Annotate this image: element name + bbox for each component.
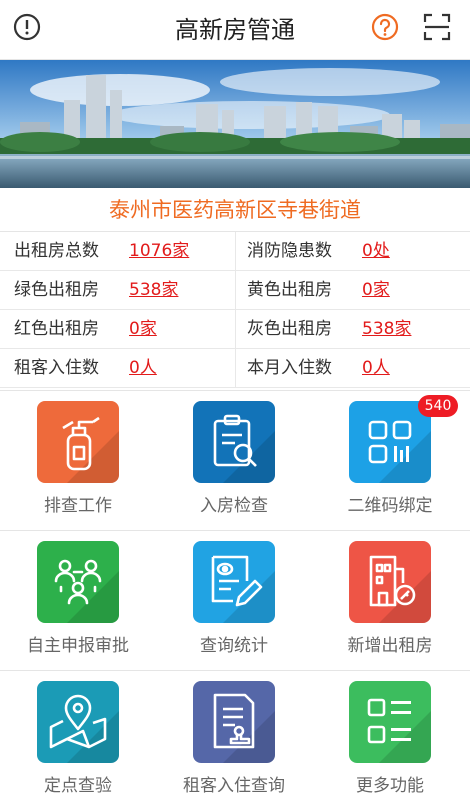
stat-label: 红色出租房: [14, 319, 99, 339]
stat-value-link[interactable]: 0人: [362, 349, 390, 387]
stats-table: 出租房总数 1076家 消防隐患数 0处 绿色出租房 538家 黄色出租房 0家…: [0, 232, 470, 388]
menu-item-self-report[interactable]: 自主申报审批: [0, 531, 156, 671]
scan-icon[interactable]: [422, 12, 452, 42]
stat-value-link[interactable]: 0人: [129, 349, 157, 387]
menu-item-label: 二维码绑定: [347, 496, 433, 516]
app-header: 高新房管通: [0, 0, 470, 60]
more-grid-icon: [349, 681, 431, 763]
menu-item-add-rental[interactable]: 新增出租房: [312, 531, 468, 671]
stat-value-link[interactable]: 538家: [129, 271, 178, 309]
menu-item-label: 租客入住查询: [183, 776, 285, 796]
stat-value-link[interactable]: 0家: [362, 271, 390, 309]
help-icon[interactable]: [370, 12, 400, 42]
city-banner-image: [0, 60, 470, 188]
function-grid: 排查工作 入房检查 二维码绑定 自主申报审批 查询统计 新增出租房 定点查验 租…: [0, 390, 470, 809]
stats-row: 绿色出租房 538家 黄色出租房 0家: [0, 271, 470, 310]
divider: [235, 271, 236, 309]
menu-item-spot-check[interactable]: 定点查验: [0, 671, 156, 809]
map-location-icon: [37, 681, 119, 763]
divider: [235, 349, 236, 387]
location-title: 泰州市医药高新区寺巷街道: [0, 188, 470, 232]
stats-row: 出租房总数 1076家 消防隐患数 0处: [0, 232, 470, 271]
clipboard-search-icon: [193, 401, 275, 483]
grid-row: 排查工作 入房检查 二维码绑定: [0, 390, 470, 530]
stat-value-link[interactable]: 0家: [129, 310, 157, 348]
stat-label: 消防隐患数: [247, 241, 332, 261]
stat-label: 本月入住数: [247, 358, 332, 378]
menu-item-room-check[interactable]: 入房检查: [156, 391, 312, 531]
stat-value-link[interactable]: 1076家: [129, 232, 189, 270]
stat-value-link[interactable]: 0处: [362, 232, 390, 270]
stat-label: 黄色出租房: [247, 280, 332, 300]
menu-item-label: 定点查验: [44, 776, 112, 796]
menu-item-label: 排查工作: [44, 496, 112, 516]
menu-item-label: 查询统计: [200, 636, 268, 656]
divider: [235, 310, 236, 348]
menu-item-label: 更多功能: [356, 776, 424, 796]
menu-item-tenant-query[interactable]: 租客入住查询: [156, 671, 312, 809]
stat-label: 绿色出租房: [14, 280, 99, 300]
fire-extinguisher-icon: [37, 401, 119, 483]
stats-row: 租客入住数 0人 本月入住数 0人: [0, 349, 470, 388]
stats-row: 红色出租房 0家 灰色出租房 538家: [0, 310, 470, 349]
grid-row: 定点查验 租客入住查询 更多功能: [0, 670, 470, 809]
people-group-icon: [37, 541, 119, 623]
menu-item-label: 自主申报审批: [27, 636, 129, 656]
menu-item-label: 新增出租房: [347, 636, 433, 656]
house-key-icon: [349, 541, 431, 623]
menu-item-more[interactable]: 更多功能: [312, 671, 468, 809]
menu-item-query-stats[interactable]: 查询统计: [156, 531, 312, 671]
edit-document-icon: [193, 541, 275, 623]
menu-item-investigation[interactable]: 排查工作: [0, 391, 156, 531]
divider: [235, 232, 236, 270]
grid-row: 自主申报审批 查询统计 新增出租房: [0, 530, 470, 670]
qr-code-icon: [349, 401, 431, 483]
stat-label: 出租房总数: [14, 241, 99, 261]
menu-item-label: 入房检查: [200, 496, 268, 516]
document-stamp-icon: [193, 681, 275, 763]
stat-label: 灰色出租房: [247, 319, 332, 339]
notification-badge: 540: [418, 395, 458, 417]
stat-value-link[interactable]: 538家: [362, 310, 411, 348]
stat-label: 租客入住数: [14, 358, 99, 378]
